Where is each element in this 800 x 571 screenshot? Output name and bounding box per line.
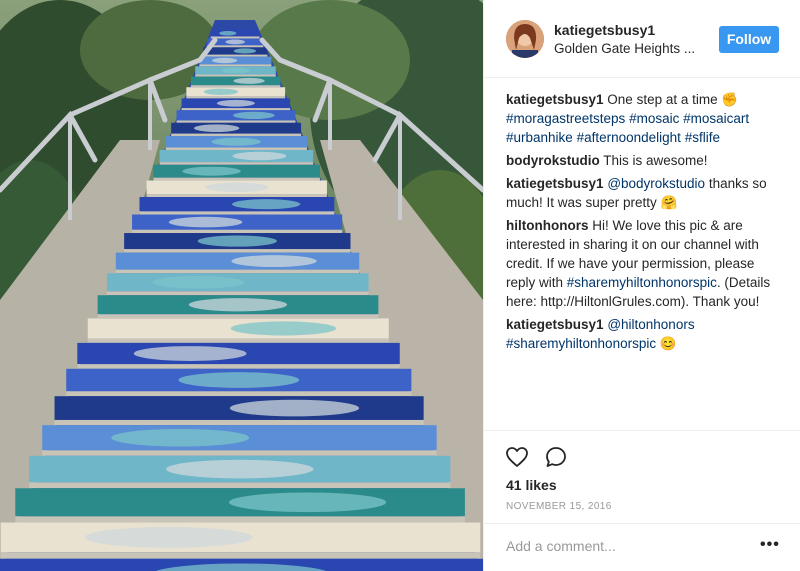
stair-tread [42,450,437,456]
post-side-panel: katiegetsbusy1 Golden Gate Heights ... F… [483,0,800,571]
hashtag-link[interactable]: #moragastreetsteps [506,111,625,126]
comment-username[interactable]: katiegetsbusy1 [506,176,604,191]
mosaic-pattern [216,99,255,107]
mosaic-pattern [233,111,275,119]
comment: hiltonhonors Hi! We love this pic & are … [506,216,786,311]
stair-tread [146,194,327,198]
stair-tread [171,133,302,136]
hashtag-link[interactable]: #mosaic [629,111,679,126]
hashtag-link[interactable]: @hiltonhonors [607,317,694,332]
mosaic-pattern [225,39,246,45]
mosaic-pattern [197,235,277,247]
mosaic-pattern [178,372,300,388]
post-location[interactable]: Golden Gate Heights ... [554,41,695,56]
stair-tread [186,96,286,99]
mosaic-pattern [152,276,245,289]
likes-count[interactable]: 41 likes [506,477,557,493]
add-comment-bar: Add a comment... ••• [484,523,800,567]
mosaic-pattern [221,67,250,74]
stair-tread [207,45,264,48]
stair-tread [139,211,335,215]
stair-tread [195,74,276,77]
stair-tread [66,391,412,397]
mosaic-pattern [168,216,243,228]
hashtag-link[interactable]: #afternoondelight [577,130,681,145]
stair-tread [54,419,424,426]
mosaic-pattern [233,48,257,54]
hashtag-link[interactable]: @bodyrokstudio [607,176,705,191]
post-photo[interactable] [0,0,483,571]
comment-username[interactable]: katiegetsbusy1 [506,317,604,332]
post-header: katiegetsbusy1 Golden Gate Heights ... F… [484,0,800,78]
mosaic-pattern [203,88,239,96]
comment-icon[interactable] [544,445,568,469]
mosaic-pattern [219,30,237,36]
stair-tread [210,36,260,39]
follow-button[interactable]: Follow [719,26,779,53]
stair-tread [106,291,369,296]
avatar-image [506,20,544,58]
mosaic-stairs-image [0,0,483,571]
stair-tread [203,54,268,57]
stair-tread [159,162,314,165]
mosaic-pattern [232,151,287,161]
mosaic-pattern [133,346,247,361]
stair-tread [0,552,481,559]
mosaic-pattern [182,166,241,176]
stair-tread [132,229,343,234]
stair-tread [29,482,451,489]
mosaic-pattern [188,298,288,312]
mosaic-pattern [211,137,262,146]
comment: katiegetsbusy1 @bodyrokstudio thanks so … [506,174,786,212]
mosaic-pattern [230,321,337,336]
mosaic-pattern [205,182,269,192]
mosaic-pattern [231,255,317,268]
post-actions: 41 likes NOVEMBER 15, 2016 Add a comment… [484,430,800,560]
mosaic-pattern [228,492,387,513]
mosaic-pattern [232,199,301,210]
hashtag-link[interactable]: #urbanhike [506,130,573,145]
post-author-username[interactable]: katiegetsbusy1 [554,22,655,38]
stair-tread [190,85,281,88]
comment-username[interactable]: hiltonhonors [506,218,588,233]
post-date: NOVEMBER 15, 2016 [506,501,612,512]
comment-username[interactable]: bodyrokstudio [506,153,600,168]
comment-text: 😊 [656,336,677,351]
comments-list: katiegetsbusy1 One step at a time ✊ #mora… [506,90,786,357]
stair-tread [124,249,351,253]
heart-icon[interactable] [505,445,529,469]
add-comment-input[interactable]: Add a comment... [506,538,616,554]
comment-text: One step at a time ✊ [603,92,739,107]
hashtag-link[interactable]: #mosaicart [683,111,749,126]
comment: katiegetsbusy1 @hiltonhonors #sharemyhil… [506,315,786,353]
mosaic-pattern [193,124,240,132]
stair-tread [176,120,296,123]
comment: bodyrokstudio This is awesome! [506,151,786,170]
stair-tread [199,64,272,67]
mosaic-pattern [211,57,238,64]
more-options-icon[interactable]: ••• [760,536,780,554]
mosaic-pattern [111,428,250,447]
stair-tread [97,314,379,319]
stair-tread [115,269,360,274]
hashtag-link[interactable]: #sflife [685,130,720,145]
stair-tread [87,338,389,343]
stair-tread [77,364,400,369]
mosaic-pattern [229,399,360,417]
comment-username[interactable]: katiegetsbusy1 [506,92,604,107]
stair-tread [153,177,320,181]
stair-tread [165,147,307,150]
hashtag-link[interactable]: #sharemyhiltonhonorspic [506,336,656,351]
stair-tread [181,108,291,111]
hashtag-link[interactable]: #sharemyhiltonhonorspic [567,275,717,290]
mosaic-pattern [233,77,265,84]
stair-tread [15,516,465,523]
comment-text: This is awesome! [599,153,708,168]
mosaic-pattern [84,526,253,548]
mosaic-pattern [166,459,314,479]
comment: katiegetsbusy1 One step at a time ✊ #mora… [506,90,786,147]
avatar[interactable] [506,20,544,58]
